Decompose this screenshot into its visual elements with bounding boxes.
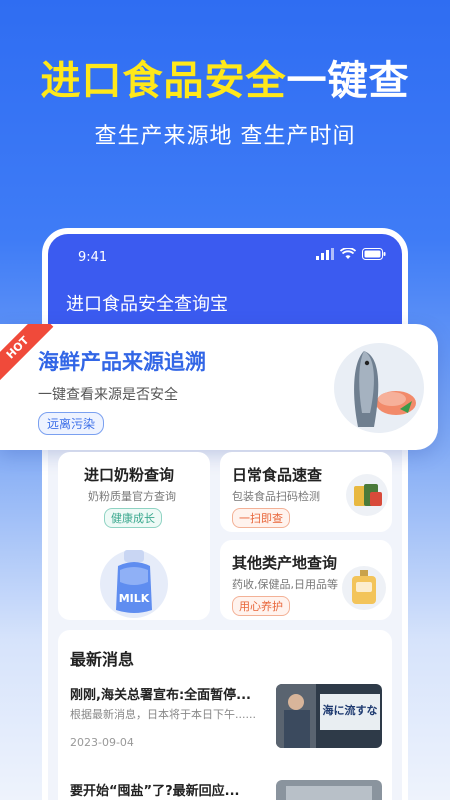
fish-image xyxy=(334,343,424,433)
hot-card-desc: 一键查看来源是否安全 xyxy=(38,387,178,403)
card-daily-food[interactable]: 日常食品速查 包装食品扫码检测 一扫即查 xyxy=(220,452,392,532)
status-time: 9:41 xyxy=(78,250,108,265)
milk-card-desc: 奶粉质量官方查询 xyxy=(88,490,176,503)
milk-card-tag: 健康成长 xyxy=(104,508,162,528)
news-thumbnail: 海に流すな xyxy=(276,684,382,748)
news-heading: 最新消息 xyxy=(70,650,135,669)
daily-card-tag: 一扫即查 xyxy=(232,508,290,528)
hot-card-title: 海鲜产品来源追溯 xyxy=(38,350,206,374)
news-item-summary: 根据最新消息，日本将于本日下午...... xyxy=(70,708,256,721)
news-thumbnail xyxy=(276,780,382,800)
milk-icon-label: MILK xyxy=(118,592,150,605)
hero-title-highlight: 进口食品安全 xyxy=(40,58,287,104)
daily-card-desc: 包装食品扫码检测 xyxy=(232,490,320,503)
news-item-title: 刚刚,海关总署宣布:全面暂停... xyxy=(70,688,251,703)
hero-title: 进口食品安全一键查 xyxy=(0,48,450,106)
milk-card-title: 进口奶粉查询 xyxy=(84,466,175,484)
news-thumbnail-sign-text: 海に流すな xyxy=(322,704,378,717)
other-card-desc: 药收,保健品,日用品等 xyxy=(232,578,338,591)
fish-icon xyxy=(354,351,416,427)
other-card-title: 其他类产地查询 xyxy=(232,554,338,572)
daily-card-title: 日常食品速查 xyxy=(232,466,323,484)
wifi-icon xyxy=(340,248,356,259)
signal-icon xyxy=(316,248,334,260)
packaged-food-icon xyxy=(346,474,388,520)
milk-bottle-icon: MILK xyxy=(96,544,172,620)
news-section: 最新消息 刚刚,海关总署宣布:全面暂停... 根据最新消息，日本将于本日下午..… xyxy=(58,630,392,800)
battery-icon xyxy=(362,248,386,260)
app-title: 进口食品安全查询宝 xyxy=(66,294,228,315)
hero-title-suffix: 一键查 xyxy=(286,58,410,104)
hero-subtitle: 查生产来源地 查生产时间 xyxy=(94,124,356,149)
perfume-icon xyxy=(342,566,386,614)
card-milk-query[interactable]: 进口奶粉查询 奶粉质量官方查询 健康成长 MILK xyxy=(58,452,210,620)
hot-card-tag: 远离污染 xyxy=(38,412,105,435)
news-item-title: 要开始“囤盐”了?最新回应... xyxy=(70,784,240,799)
other-card-tag: 用心养护 xyxy=(232,596,290,616)
status-icons xyxy=(316,248,386,260)
news-item-date: 2023-09-04 xyxy=(70,736,134,749)
hot-card-seafood-trace[interactable]: HOT 海鲜产品来源追溯 一键查看来源是否安全 远离污染 xyxy=(0,324,438,450)
card-other-origin[interactable]: 其他类产地查询 药收,保健品,日用品等 用心养护 xyxy=(220,540,392,620)
